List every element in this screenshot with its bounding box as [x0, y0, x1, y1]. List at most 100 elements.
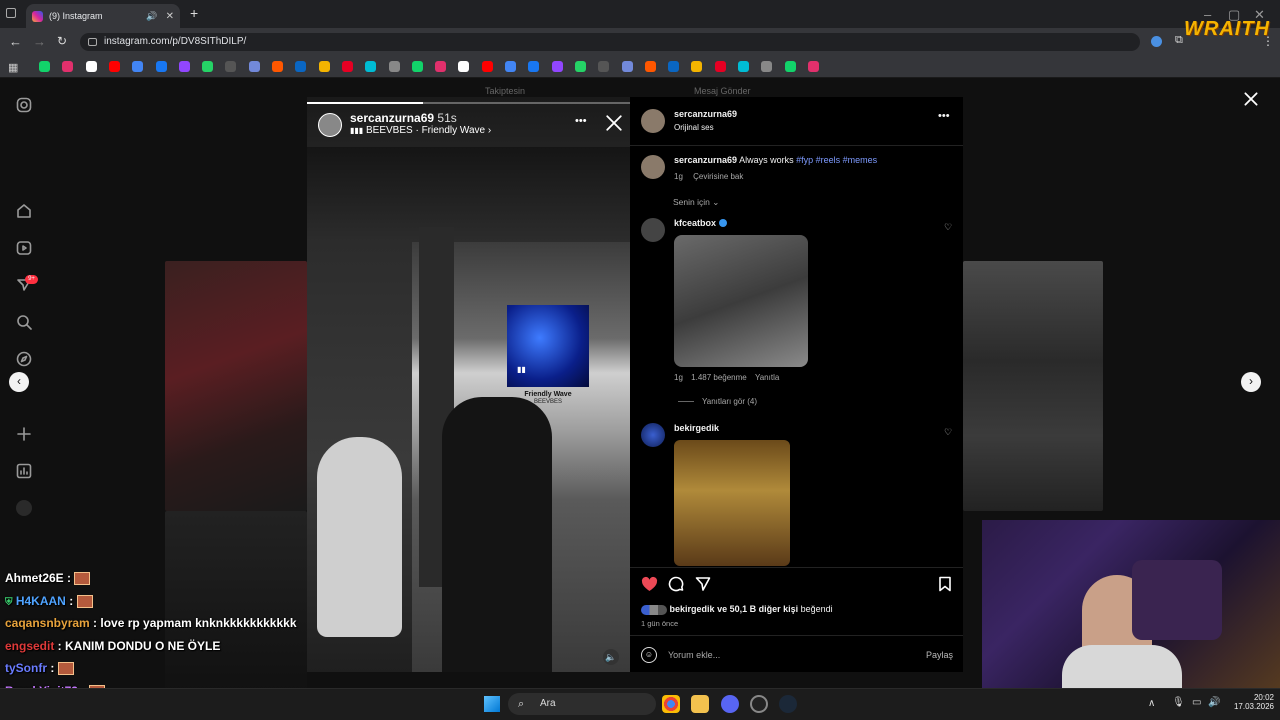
discord-icon[interactable]: [721, 695, 739, 713]
bookmark-favicon-icon[interactable]: [458, 61, 470, 72]
bookmark-favicon-icon[interactable]: [318, 61, 330, 72]
caption-hashtags[interactable]: #fyp #reels #memes: [796, 155, 877, 165]
tray-chevron-icon[interactable]: ∧: [1148, 698, 1155, 709]
comment-username[interactable]: kfceatbox: [674, 218, 716, 228]
site-info-icon[interactable]: [88, 38, 97, 46]
reply-button[interactable]: Yanıtla: [755, 373, 779, 382]
following-button[interactable]: Takiptesin: [485, 86, 525, 96]
tab-close-icon[interactable]: ✕: [166, 11, 174, 22]
save-bookmark-icon[interactable]: [938, 576, 952, 592]
explore-icon[interactable]: [16, 351, 32, 367]
tab-search-icon[interactable]: [6, 8, 16, 18]
forward-icon[interactable]: →: [33, 34, 46, 49]
bookmark-favicon-icon[interactable]: [784, 61, 796, 72]
post-author-username[interactable]: sercanzurna69: [674, 109, 737, 119]
apps-grid-icon[interactable]: ▦: [8, 61, 18, 74]
extensions-puzzle-icon[interactable]: ⧉: [1175, 34, 1183, 47]
bookmark-favicon-icon[interactable]: [248, 61, 260, 72]
bookmark-favicon-icon[interactable]: [411, 61, 423, 72]
caption-username[interactable]: sercanzurna69: [674, 155, 737, 165]
chrome-taskbar-icon[interactable]: [662, 695, 680, 713]
reel-author-avatar[interactable]: [318, 113, 342, 137]
bookmark-favicon-icon[interactable]: [85, 61, 97, 72]
bookmark-favicon-icon[interactable]: [388, 61, 400, 72]
next-reel-thumbnail[interactable]: [963, 261, 1103, 511]
album-art[interactable]: ▮▮: [507, 305, 589, 387]
dashboard-icon[interactable]: [16, 463, 32, 479]
comment-like-icon[interactable]: ♡: [944, 427, 952, 438]
file-explorer-icon[interactable]: [691, 695, 709, 713]
sort-for-you-dropdown[interactable]: Senin için ⌄: [673, 197, 719, 208]
mute-toggle-icon[interactable]: 🔈: [603, 649, 619, 665]
share-comment-button[interactable]: Paylaş: [926, 650, 953, 660]
microphone-icon[interactable]: 🎙: [1172, 697, 1185, 708]
comment-image[interactable]: [674, 440, 790, 566]
new-tab-button[interactable]: +: [190, 5, 198, 21]
bookmark-favicon-icon[interactable]: [365, 61, 377, 72]
comment-username[interactable]: bekirgedik: [674, 423, 719, 433]
comment-like-icon[interactable]: ♡: [944, 222, 952, 233]
bookmark-favicon-icon[interactable]: [807, 61, 819, 72]
address-bar[interactable]: instagram.com/p/DV8SIThDILP/: [80, 33, 1140, 51]
reel-music[interactable]: ▮▮▮ BEEVBES · Friendly Wave ›: [350, 125, 491, 136]
bookmark-favicon-icon[interactable]: [574, 61, 586, 72]
volume-icon[interactable]: 🔊: [1208, 697, 1220, 708]
tab-audio-icon[interactable]: 🔊: [146, 11, 157, 22]
bookmark-favicon-icon[interactable]: [108, 61, 120, 72]
emoji-icon[interactable]: ☺: [641, 647, 657, 663]
next-post-button[interactable]: ›: [1241, 372, 1261, 392]
home-icon[interactable]: [16, 203, 32, 219]
comment-avatar[interactable]: [641, 218, 665, 242]
instagram-logo-icon[interactable]: [16, 97, 32, 113]
liked-by-user[interactable]: bekirgedik: [670, 604, 715, 614]
app-taskbar-icon[interactable]: [750, 695, 768, 713]
prev-reel-thumbnail-2[interactable]: [165, 511, 307, 688]
comment-icon[interactable]: [668, 576, 684, 592]
bookmark-favicon-icon[interactable]: [644, 61, 656, 72]
share-icon[interactable]: [695, 576, 711, 592]
back-icon[interactable]: ←: [9, 34, 22, 49]
bookmark-favicon-icon[interactable]: [761, 61, 773, 72]
bookmark-favicon-icon[interactable]: [551, 61, 563, 72]
bookmark-favicon-icon[interactable]: [435, 61, 447, 72]
bookmark-favicon-icon[interactable]: [132, 61, 144, 72]
bookmark-favicon-icon[interactable]: [668, 61, 680, 72]
bookmark-favicon-icon[interactable]: [621, 61, 633, 72]
bookmark-favicon-icon[interactable]: [714, 61, 726, 72]
profile-avatar[interactable]: [16, 500, 32, 516]
bookmark-favicon-icon[interactable]: [598, 61, 610, 72]
reel-username[interactable]: sercanzurna69 51s: [350, 111, 457, 125]
windows-start-icon[interactable]: [484, 696, 500, 712]
comment-avatar[interactable]: [641, 423, 665, 447]
bookmark-favicon-icon[interactable]: [505, 61, 516, 72]
bookmark-favicon-icon[interactable]: [202, 61, 214, 72]
bookmark-favicon-icon[interactable]: [225, 61, 237, 72]
search-icon[interactable]: [16, 314, 32, 330]
create-plus-icon[interactable]: [16, 426, 32, 442]
extension-icon[interactable]: [1151, 36, 1162, 47]
comment-input[interactable]: Yorum ekle...: [668, 650, 720, 660]
clock[interactable]: 20:02 17.03.2026: [1228, 693, 1274, 711]
bookmark-favicon-icon[interactable]: [738, 61, 749, 72]
close-icon[interactable]: [1242, 90, 1260, 108]
bookmark-favicon-icon[interactable]: [691, 61, 703, 72]
reel-more-button[interactable]: •••: [575, 115, 587, 127]
caption-avatar[interactable]: [641, 155, 665, 179]
bookmark-favicon-icon[interactable]: [62, 61, 74, 72]
post-author-avatar[interactable]: [641, 109, 665, 133]
reload-icon[interactable]: ↻: [57, 34, 67, 48]
previous-post-button[interactable]: ‹: [9, 372, 29, 392]
bookmark-favicon-icon[interactable]: [295, 61, 307, 72]
bookmark-favicon-icon[interactable]: [528, 61, 540, 72]
view-replies-link[interactable]: Yanıtları gör (4): [678, 397, 757, 406]
like-heart-icon[interactable]: [641, 576, 658, 592]
reels-icon[interactable]: [16, 240, 32, 256]
steam-icon[interactable]: [779, 695, 797, 713]
browser-tab[interactable]: (9) Instagram 🔊 ✕: [26, 4, 180, 28]
bookmark-favicon-icon[interactable]: [341, 61, 353, 72]
send-message-button[interactable]: Mesaj Gönder: [694, 86, 751, 96]
prev-reel-thumbnail[interactable]: [165, 261, 307, 511]
liked-by-count[interactable]: ve 50,1 B diğer kişi: [717, 604, 798, 614]
bookmark-favicon-icon[interactable]: [178, 61, 190, 72]
pause-icon[interactable]: ▮▮: [517, 365, 526, 374]
